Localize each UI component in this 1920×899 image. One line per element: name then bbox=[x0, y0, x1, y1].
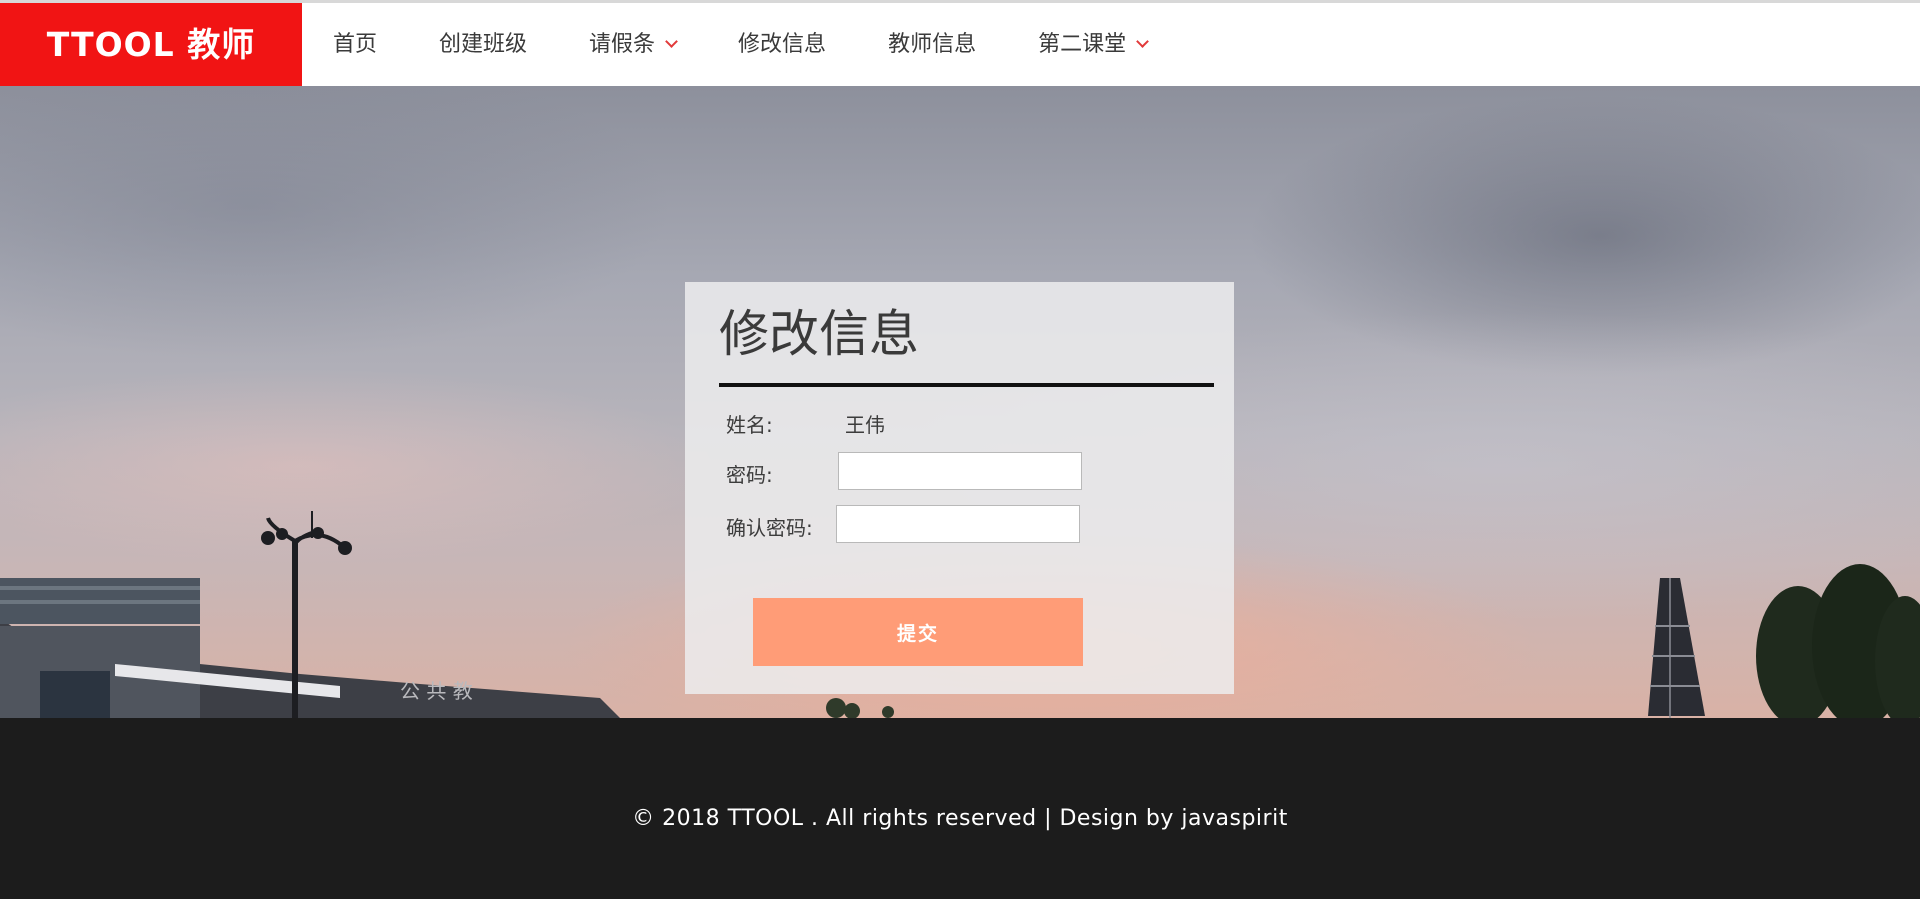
title-divider bbox=[719, 383, 1214, 387]
hero-background: 公 共 教 修改信息 姓名: 王伟 密码: 确认密码: 提交 bbox=[0, 86, 1920, 718]
chevron-down-icon bbox=[1136, 35, 1149, 48]
nav-item-label: 修改信息 bbox=[738, 32, 827, 57]
building-sign-text: 公 共 教 bbox=[400, 679, 473, 703]
password-label: 密码: bbox=[726, 463, 773, 487]
name-value: 王伟 bbox=[845, 413, 885, 437]
footer: © 2018 TTOOL . All rights reserved | Des… bbox=[0, 718, 1920, 899]
nav-item-label: 创建班级 bbox=[439, 32, 528, 57]
footer-copyright: © 2018 TTOOL . All rights reserved | Des… bbox=[632, 806, 1288, 831]
nav-item-leave-request[interactable]: 请假条 bbox=[558, 3, 707, 86]
chevron-down-icon bbox=[665, 35, 678, 48]
main-nav: 首页 创建班级 请假条 修改信息 教师信息 第二课堂 bbox=[302, 3, 1178, 86]
nav-item-edit-info[interactable]: 修改信息 bbox=[707, 3, 857, 86]
page: TTOOL 教师 首页 创建班级 请假条 修改信息 教师信息 第二课堂 公 共 … bbox=[0, 0, 1920, 899]
form-title: 修改信息 bbox=[719, 305, 919, 363]
nav-item-home[interactable]: 首页 bbox=[302, 3, 408, 86]
confirm-password-input[interactable] bbox=[836, 505, 1080, 543]
password-input[interactable] bbox=[838, 452, 1082, 490]
name-label: 姓名: bbox=[726, 413, 773, 437]
nav-item-label: 请假条 bbox=[589, 32, 656, 57]
brand-logo[interactable]: TTOOL 教师 bbox=[0, 3, 302, 86]
nav-item-label: 第二课堂 bbox=[1038, 32, 1127, 57]
nav-item-teacher-info[interactable]: 教师信息 bbox=[857, 3, 1007, 86]
submit-button[interactable]: 提交 bbox=[753, 598, 1083, 666]
nav-item-create-class[interactable]: 创建班级 bbox=[408, 3, 558, 86]
nav-item-label: 教师信息 bbox=[888, 32, 977, 57]
edit-info-form-panel: 修改信息 姓名: 王伟 密码: 确认密码: 提交 bbox=[685, 282, 1234, 694]
confirm-password-label: 确认密码: bbox=[726, 516, 813, 540]
nav-item-label: 首页 bbox=[333, 32, 378, 57]
nav-item-second-classroom[interactable]: 第二课堂 bbox=[1007, 3, 1178, 86]
top-navbar: TTOOL 教师 首页 创建班级 请假条 修改信息 教师信息 第二课堂 bbox=[0, 0, 1920, 86]
